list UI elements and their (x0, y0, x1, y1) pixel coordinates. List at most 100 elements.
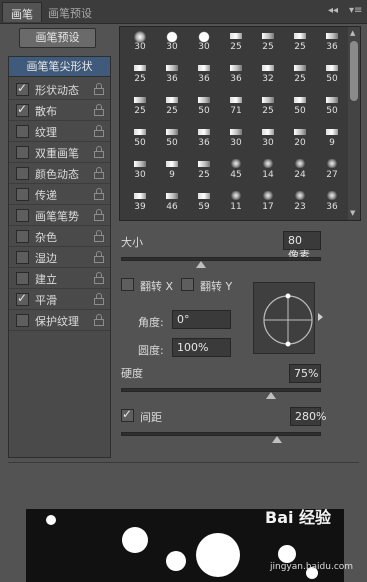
brush-tip-shape-item[interactable]: 画笔笔尖形状 (9, 57, 110, 77)
size-field[interactable]: 80 像素 (283, 231, 321, 262)
brush-tip-cell[interactable]: 30 (124, 29, 156, 55)
tab-brush[interactable]: 画笔 (2, 2, 42, 22)
flip-x-checkbox[interactable] (121, 278, 134, 291)
brush-option-item[interactable]: 双重画笔 (9, 142, 110, 163)
brush-tip-cell[interactable]: 14 (252, 157, 284, 183)
brush-tip-cell[interactable]: 36 (316, 29, 348, 55)
brush-tip-cell[interactable]: 25 (156, 93, 188, 119)
scroll-down-icon[interactable]: ▼ (350, 209, 355, 217)
brush-tip-cell[interactable]: 45 (220, 157, 252, 183)
brush-tip-cell[interactable]: 50 (156, 125, 188, 151)
option-checkbox[interactable] (16, 251, 29, 264)
lock-icon[interactable] (94, 167, 104, 179)
scroll-up-icon[interactable]: ▲ (350, 29, 355, 37)
brush-tip-cell[interactable]: 39 (124, 189, 156, 215)
brush-tip-cell[interactable]: 25 (124, 61, 156, 87)
option-checkbox[interactable] (16, 188, 29, 201)
lock-icon[interactable] (94, 146, 104, 158)
brush-tip-cell[interactable]: 25 (284, 29, 316, 55)
roundness-field[interactable]: 100% (172, 338, 231, 357)
brush-option-item[interactable]: 颜色动态 (9, 163, 110, 184)
brush-option-item[interactable]: 建立 (9, 268, 110, 289)
hardness-slider-knob[interactable] (266, 392, 276, 399)
brush-tip-cell[interactable]: 11 (220, 189, 252, 215)
brush-tip-cell[interactable]: 25 (252, 93, 284, 119)
brush-tip-cell[interactable]: 36 (188, 61, 220, 87)
option-checkbox[interactable] (16, 146, 29, 159)
brush-option-item[interactable]: 杂色 (9, 226, 110, 247)
brush-grid-scrollbar[interactable]: ▲ ▼ (348, 27, 360, 220)
brush-tip-cell[interactable]: 50 (124, 125, 156, 151)
brush-tip-cell[interactable]: 9 (156, 157, 188, 183)
brush-tip-cell[interactable]: 30 (220, 125, 252, 151)
brush-option-item[interactable]: ✓ 形状动态 (9, 79, 110, 100)
collapse-panel-icon[interactable]: ◂◂ (328, 5, 338, 16)
option-checkbox[interactable]: ✓ (16, 102, 29, 117)
angle-roundness-widget[interactable] (253, 282, 315, 354)
size-slider-knob[interactable] (196, 261, 206, 268)
brush-tip-cell[interactable]: 17 (252, 189, 284, 215)
option-checkbox[interactable] (16, 314, 29, 327)
brush-tip-cell[interactable]: 20 (284, 125, 316, 151)
brush-tip-cell[interactable]: 50 (316, 93, 348, 119)
lock-icon[interactable] (94, 188, 104, 200)
brush-tip-cell[interactable]: 36 (156, 61, 188, 87)
lock-icon[interactable] (94, 83, 104, 95)
option-checkbox[interactable] (16, 167, 29, 180)
panel-menu-icon[interactable]: ▾≡ (349, 5, 362, 16)
option-checkbox[interactable] (16, 125, 29, 138)
option-checkbox[interactable] (16, 230, 29, 243)
brush-presets-button[interactable]: 画笔预设 (19, 28, 96, 48)
brush-option-item[interactable]: 画笔笔势 (9, 205, 110, 226)
lock-icon[interactable] (94, 104, 104, 116)
spacing-slider-knob[interactable] (272, 436, 282, 443)
brush-tip-grid[interactable]: 30 30 30 25 25 25 36 25 36 36 36 32 25 50 25 25 50 71 25 50… (119, 26, 361, 221)
lock-icon[interactable] (94, 251, 104, 263)
size-slider[interactable] (121, 257, 321, 261)
brush-tip-cell[interactable]: 30 (124, 157, 156, 183)
brush-option-item[interactable]: ✓ 散布 (9, 100, 110, 121)
brush-tip-cell[interactable]: 36 (188, 125, 220, 151)
brush-tip-cell[interactable]: 25 (284, 61, 316, 87)
brush-option-item[interactable]: ✓ 平滑 (9, 289, 110, 310)
spacing-slider[interactable] (121, 432, 321, 436)
brush-tip-cell[interactable]: 71 (220, 93, 252, 119)
lock-icon[interactable] (94, 209, 104, 221)
angle-field[interactable]: 0° (172, 310, 231, 329)
lock-icon[interactable] (94, 293, 104, 305)
flip-y-checkbox[interactable] (181, 278, 194, 291)
brush-option-item[interactable]: 湿边 (9, 247, 110, 268)
spacing-checkbox[interactable]: ✓ (121, 407, 134, 422)
brush-tip-cell[interactable]: 27 (316, 157, 348, 183)
brush-tip-cell[interactable]: 25 (124, 93, 156, 119)
hardness-field[interactable]: 75% (289, 364, 321, 383)
brush-tip-cell[interactable]: 25 (220, 29, 252, 55)
brush-tip-cell[interactable]: 30 (156, 29, 188, 55)
brush-tip-cell[interactable]: 50 (284, 93, 316, 119)
lock-icon[interactable] (94, 125, 104, 137)
brush-tip-cell[interactable]: 30 (188, 29, 220, 55)
brush-option-item[interactable]: 保护纹理 (9, 310, 110, 331)
brush-option-item[interactable]: 传递 (9, 184, 110, 205)
hardness-slider[interactable] (121, 388, 321, 392)
spacing-field[interactable]: 280% (290, 407, 326, 426)
brush-tip-cell[interactable]: 30 (252, 125, 284, 151)
brush-tip-cell[interactable]: 36 (220, 61, 252, 87)
scrollbar-thumb[interactable] (350, 41, 358, 101)
lock-icon[interactable] (94, 230, 104, 242)
brush-tip-cell[interactable]: 50 (188, 93, 220, 119)
brush-tip-cell[interactable]: 25 (252, 29, 284, 55)
option-checkbox[interactable]: ✓ (16, 81, 29, 96)
option-checkbox[interactable] (16, 272, 29, 285)
tab-brush-presets[interactable]: 画笔预设 (40, 2, 100, 22)
brush-tip-cell[interactable]: 23 (284, 189, 316, 215)
brush-tip-cell[interactable]: 59 (188, 189, 220, 215)
brush-option-item[interactable]: 纹理 (9, 121, 110, 142)
lock-icon[interactable] (94, 272, 104, 284)
brush-tip-cell[interactable]: 9 (316, 125, 348, 151)
option-checkbox[interactable]: ✓ (16, 291, 29, 306)
brush-tip-cell[interactable]: 50 (316, 61, 348, 87)
brush-tip-cell[interactable]: 24 (284, 157, 316, 183)
lock-icon[interactable] (94, 314, 104, 326)
brush-tip-cell[interactable]: 25 (188, 157, 220, 183)
